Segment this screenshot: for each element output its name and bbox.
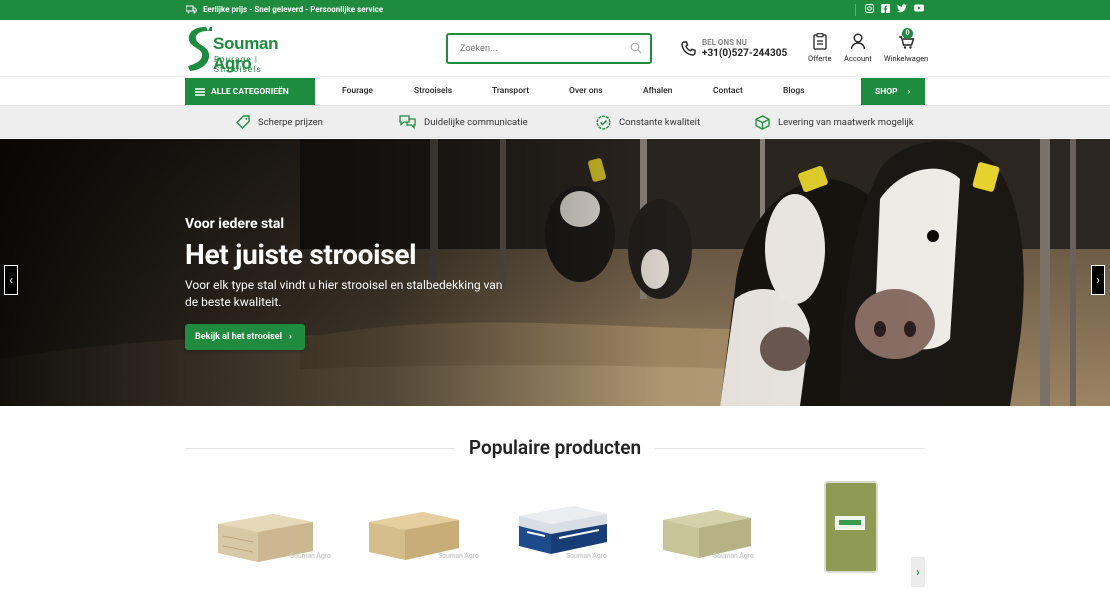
social-links (855, 4, 924, 16)
site-header: Souman Agro Fourage | Strooisels BEL ONS… (0, 20, 1110, 76)
hero-cta-button[interactable]: Bekijk al het strooisel › (185, 324, 305, 350)
nav-link-over-ons[interactable]: Over ons (569, 86, 603, 96)
product-watermark: Souman Agro (713, 552, 754, 560)
top-usp-text: Eerlijke prijs - Snel geleverd - Persoon… (203, 5, 384, 14)
top-usp: Eerlijke prijs - Snel geleverd - Persoon… (186, 5, 383, 14)
menu-icon (195, 88, 205, 96)
user-icon (850, 33, 866, 50)
hero-description: Voor elk type stal vindt u hier strooise… (185, 278, 503, 309)
usp-item: Scherpe prijzen (236, 115, 323, 129)
phone-icon (681, 41, 696, 56)
product-card[interactable]: Souman Agro (501, 478, 631, 578)
nav-link-blogs[interactable]: Blogs (783, 86, 805, 96)
phone-label: BEL ONS NU (702, 38, 747, 47)
all-categories-button[interactable]: ALLE CATEGORIEËN (185, 78, 315, 106)
usp-text: Scherpe prijzen (258, 116, 323, 128)
phone-number: +31(0)527-244305 (702, 48, 788, 59)
nav-link-fourage[interactable]: Fourage (342, 86, 373, 96)
twitter-icon[interactable] (897, 4, 907, 13)
product-watermark: Souman Agro (438, 552, 479, 560)
package-icon (755, 115, 770, 130)
chevron-left-icon: ‹ (9, 273, 13, 287)
usp-bar: Scherpe prijzen Duidelijke communicatie … (0, 105, 1110, 138)
product-watermark: Souman Agro (566, 552, 607, 560)
shop-button[interactable]: SHOP › (861, 78, 925, 106)
main-nav: ALLE CATEGORIEËN Fourage Strooisels Tran… (0, 76, 1110, 106)
clipboard-icon (813, 33, 827, 50)
search-icon[interactable] (630, 42, 642, 54)
usp-item: Constante kwaliteit (596, 115, 700, 130)
price-tag-icon (236, 115, 250, 129)
hero-cta-label: Bekijk al het strooisel (195, 332, 283, 342)
divider (855, 4, 856, 16)
hero-pretitle: Voor iedere stal (185, 216, 285, 232)
top-bar: Eerlijke prijs - Snel geleverd - Persoon… (0, 0, 1110, 20)
account-label: Account (844, 54, 872, 63)
products-next-button[interactable]: › (911, 557, 925, 587)
usp-item: Duidelijke communicatie (399, 115, 528, 129)
search-box (446, 33, 652, 64)
chevron-right-icon: › (289, 332, 292, 342)
cart-count-badge: 0 (902, 28, 913, 39)
slider-prev-button[interactable]: ‹ (4, 265, 18, 295)
logo-mark-icon (188, 27, 212, 71)
usp-text: Levering van maatwerk mogelijk (778, 117, 914, 128)
product-card[interactable]: Souman Agro (649, 478, 779, 578)
product-card[interactable]: Souman Agro (205, 478, 335, 578)
nav-link-strooisels[interactable]: Strooisels (414, 86, 452, 96)
hero-banner: Voor iedere stal Het juiste strooisel Vo… (0, 139, 1110, 406)
chevron-right-icon: › (916, 565, 920, 579)
usp-text: Duidelijke communicatie (424, 116, 528, 128)
hay-bag-image (824, 481, 878, 573)
youtube-icon[interactable] (914, 4, 924, 12)
chevron-right-icon: › (907, 87, 911, 97)
usp-text: Constante kwaliteit (619, 117, 701, 128)
nav-link-transport[interactable]: Transport (492, 86, 529, 96)
product-card[interactable] (797, 478, 927, 578)
usp-item: Levering van maatwerk mogelijk (755, 115, 914, 130)
product-watermark: Souman Agro (290, 552, 331, 560)
instagram-icon[interactable] (865, 4, 874, 13)
site-logo[interactable]: Souman Agro Fourage | Strooisels (186, 26, 304, 75)
nav-link-afhalen[interactable]: Afhalen (643, 86, 672, 96)
quality-check-icon (596, 115, 611, 130)
popular-products-header: Populaire producten (185, 436, 925, 460)
hero-title: Het juiste strooisel (185, 238, 417, 271)
account-link[interactable]: Account (844, 33, 872, 63)
slider-next-button[interactable]: › (1091, 265, 1105, 295)
nav-link-contact[interactable]: Contact (713, 86, 743, 96)
all-categories-label: ALLE CATEGORIEËN (211, 87, 289, 97)
facebook-icon[interactable] (881, 4, 890, 13)
cart-label: Winkelwagen (884, 54, 929, 63)
chat-icon (399, 115, 416, 129)
search-input[interactable] (460, 35, 630, 61)
quote-link[interactable]: Offerte (808, 33, 831, 63)
chevron-right-icon: › (1096, 273, 1100, 287)
product-card[interactable]: Souman Agro (353, 478, 483, 578)
truck-icon (186, 5, 197, 14)
shop-label: SHOP (875, 87, 898, 97)
popular-products-title: Populaire producten (468, 436, 642, 459)
quote-label: Offerte (808, 54, 832, 63)
hero-cows-image (0, 139, 1110, 406)
logo-subtitle: Fourage | Strooisels (214, 55, 262, 75)
product-carousel: Souman Agro Souman Agro Souman Agro Soum… (185, 478, 925, 588)
